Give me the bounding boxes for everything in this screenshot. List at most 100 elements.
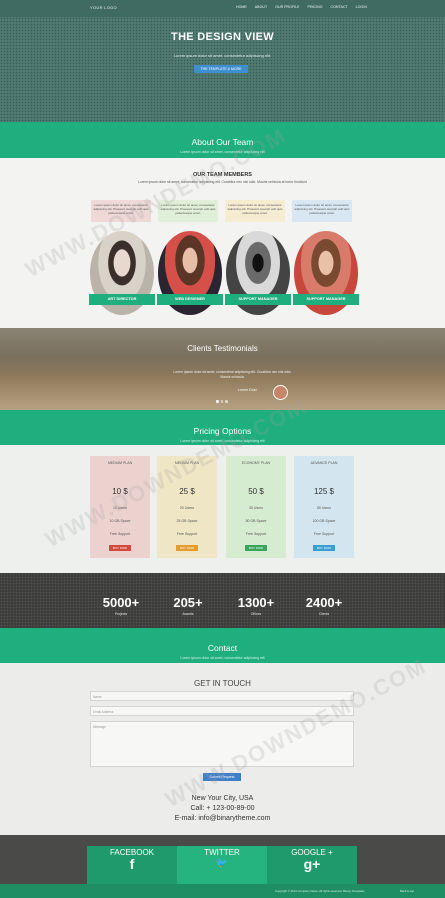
about-header: About Our Team Lorem ipsum dolor sit ame… [0,122,445,158]
contact-address: New Your City, USA [191,795,254,802]
footer-bar: Copyright © 2014 Company Name. All right… [0,884,445,898]
twitter-label: TWITTER [204,848,240,857]
google-plus-link[interactable]: GOOGLE + g+ [267,846,357,884]
contact-phone: Call: + 123-00-89-00 [190,805,255,812]
plan-feature: 50 GB Space [245,519,267,523]
stat-number: 1300+ [237,595,275,610]
plan-price: 50 $ [248,487,264,496]
hero-subtitle: Lorem ipsum dolor sit amet, consectetur … [173,53,272,58]
member-quote: Lorem ipsum dolor sit amet, consectetur … [91,200,151,222]
name-field[interactable]: Name [90,691,354,701]
contact-email[interactable]: E-mail: info@binarytheme.com [0,815,445,822]
stat-item: 1300+ Offices [226,595,286,616]
plan-price: 10 $ [112,487,128,496]
stat-item: 2400+ Clients [294,595,354,616]
plan-feature: 100 GB Space [312,519,336,523]
plan-name: ADVANCE PLAN [310,461,338,465]
contact-subtitle: Lorem ipsum dolor sit amet, consectetur … [180,656,265,660]
plan-feature: 10 Users [112,506,127,510]
plan-feature: 50 Users [316,506,331,510]
stat-label: Projects [114,612,128,616]
plan-feature: Free Support [313,532,335,536]
stat-number: 2400+ [305,595,343,610]
hero-cta-button[interactable]: THE TEMPLATE & MORE [194,65,248,73]
carousel-dot[interactable] [216,400,219,403]
nav-item-contact[interactable]: CONTACT [331,5,348,9]
testimonial-quote: Lorem ipsum dolor sit amet, consectetur … [173,370,292,379]
nav-item-home[interactable]: HOME [236,5,247,9]
contact-title: Contact [207,643,238,653]
facebook-link[interactable]: FACEBOOK f [87,846,177,884]
stat-item: 205+ Awards [158,595,218,616]
nav-item-login[interactable]: LOGIN [356,5,367,9]
stats-section: 5000+ Projects 205+ Awards 1300+ Offices… [0,573,445,628]
footer-copyright: Copyright © 2014 Company Name. All right… [275,889,365,893]
stat-item: 5000+ Projects [91,595,151,616]
nav-item-profile[interactable]: OUR PROFILE [275,5,299,9]
testimonials-section: Clients Testimonials Lorem ipsum dolor s… [0,328,445,410]
buy-now-button[interactable]: BUY NOW [109,545,131,551]
nav-menu: HOME ABOUT OUR PROFILE PRICING CONTACT L… [236,5,367,9]
stat-number: 5000+ [102,595,140,610]
plan-feature: 20 Users [179,506,194,510]
site-logo[interactable]: YOUR LOGO [90,5,117,10]
member-quote: Lorem ipsum dolor sit amet, consectetur … [292,200,352,222]
testimonials-title: Clients Testimonials [187,344,258,353]
member-role: SUPPORT MANAGER [293,294,359,305]
carousel-dot[interactable] [220,400,223,403]
carousel-dots [216,400,228,403]
carousel-dot[interactable] [225,400,228,403]
pricing-subtitle: Lorem ipsum dolor sit amet, consectetur … [180,439,265,443]
twitter-icon: 🐦 [215,858,229,869]
contact-section: GET IN TOUCH Name Email Address Message … [0,663,445,835]
get-in-touch-heading: GET IN TOUCH [194,679,251,688]
stat-label: Offices [250,612,262,616]
contact-header: Contact Lorem ipsum dolor sit amet, cons… [0,628,445,663]
nav-item-pricing[interactable]: PRICING [308,5,323,9]
about-subtitle: Lorem ipsum dolor sit amet, consectetur … [180,150,265,154]
buy-now-button[interactable]: BUY NOW [176,545,198,551]
email-field[interactable]: Email Address [90,706,354,716]
plan-feature: Free Support [176,532,198,536]
nav-item-about[interactable]: ABOUT [255,5,267,9]
hero-title: THE DESIGN VIEW [171,31,274,43]
pricing-section: MEDIUM PLAN 10 $ 10 Users 10 GB Space Fr… [0,445,445,573]
testimonial-avatar [273,385,288,400]
member-role: WEB DESIGNER [157,294,223,305]
twitter-link[interactable]: TWITTER 🐦 [177,846,267,884]
stat-label: Awards [182,612,194,616]
pricing-header: Pricing Options Lorem ipsum dolor sit am… [0,410,445,445]
team-members-text: Lorem ipsum dolor sit amet, consectetur … [138,180,307,184]
back-to-top-link[interactable]: Back to top [400,889,414,893]
plan-name: MEDIUM PLAN [107,461,133,465]
pricing-plan: MEDIUM PLAN 10 $ 10 Users 10 GB Space Fr… [90,456,150,558]
plan-feature: Free Support [245,532,267,536]
team-section: OUR TEAM MEMBERS Lorem ipsum dolor sit a… [0,158,445,328]
pricing-plan: ADVANCE PLAN 125 $ 50 Users 100 GB Space… [294,456,354,558]
member-quote: Lorem ipsum dolor sit amet, consectetur … [158,200,218,222]
hero-section: THE DESIGN VIEW Lorem ipsum dolor sit am… [0,17,445,122]
team-members-title: OUR TEAM MEMBERS [193,172,252,178]
pricing-plan: ECONOMY PLAN 50 $ 30 Users 50 GB Space F… [226,456,286,558]
testimonial-author: Lorem Dust [238,388,257,392]
member-quote: Lorem ipsum dolor sit amet, consectetur … [225,200,285,222]
buy-now-button[interactable]: BUY NOW [245,545,267,551]
plan-price: 25 $ [179,487,195,496]
facebook-icon: f [129,856,135,872]
pricing-title: Pricing Options [193,426,252,436]
about-title: About Our Team [191,137,254,147]
submit-request-button[interactable]: Submit Request [203,773,241,781]
plan-feature: 30 Users [248,506,263,510]
plan-name: ECONOMY PLAN [241,461,271,465]
pricing-plan: MEDIUM PLAN 25 $ 20 Users 25 GB Space Fr… [157,456,217,558]
plan-feature: Free Support [109,532,131,536]
plan-name: MEDIUM PLAN [174,461,200,465]
message-field[interactable]: Message [90,721,354,767]
stat-number: 205+ [173,595,203,610]
buy-now-button[interactable]: BUY NOW [313,545,335,551]
plan-feature: 10 GB Space [109,519,131,523]
stat-label: Clients [318,612,330,616]
top-navbar: YOUR LOGO HOME ABOUT OUR PROFILE PRICING… [0,0,445,17]
member-role: ART DIRECTOR [89,294,155,305]
plan-feature: 25 GB Space [176,519,198,523]
